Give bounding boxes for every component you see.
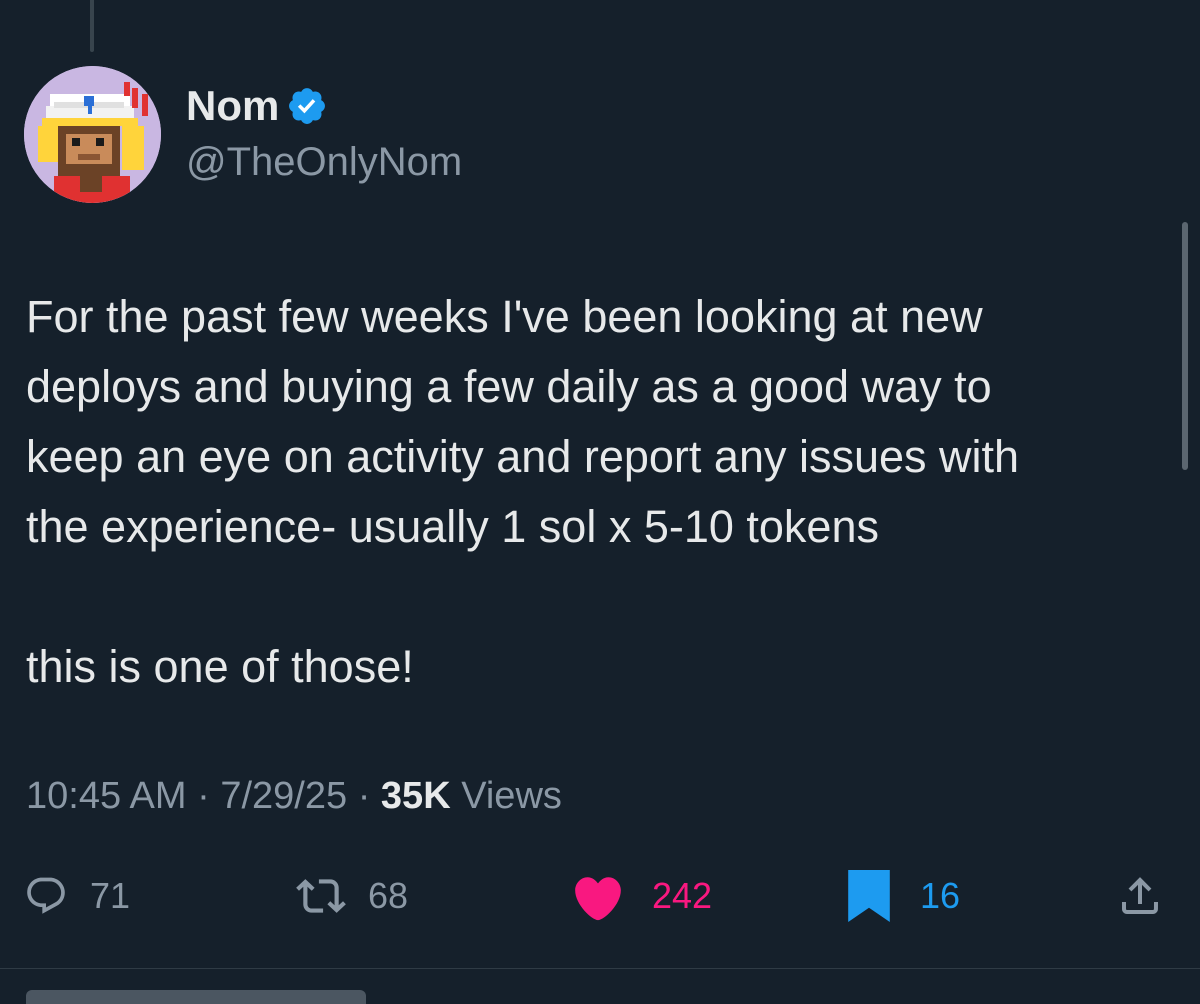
- retweet-button[interactable]: 68: [296, 872, 408, 920]
- retweet-icon: [296, 879, 346, 913]
- reply-count: 71: [90, 875, 131, 916]
- share-button[interactable]: [1116, 872, 1164, 920]
- like-count: 242: [652, 875, 713, 916]
- tweet-text: For the past few weeks I've been looking…: [26, 291, 1020, 692]
- tweet-meta: 10:45 AM · 7/29/25 · 35K Views: [26, 772, 562, 820]
- reply-icon: [27, 877, 65, 914]
- verified-badge-icon: [289, 88, 326, 124]
- meta-separator: ·: [197, 775, 210, 817]
- tweet-date[interactable]: 7/29/25: [220, 775, 347, 817]
- avatar[interactable]: [24, 66, 161, 203]
- views-count[interactable]: 35K: [381, 775, 451, 817]
- bookmark-button[interactable]: 16: [848, 870, 961, 922]
- heart-icon: [575, 877, 621, 921]
- thread-connector-line: [90, 0, 94, 52]
- retweet-count: 68: [368, 875, 409, 916]
- author-handle[interactable]: @TheOnlyNom: [186, 138, 462, 186]
- meta-separator: ·: [357, 775, 371, 817]
- author-name-row[interactable]: Nom: [186, 82, 328, 130]
- pixel-monkey-avatar-icon: [24, 66, 161, 203]
- bookmark-count: 16: [920, 875, 961, 916]
- share-icon: [1122, 877, 1158, 914]
- scrollbar[interactable]: [1182, 222, 1188, 470]
- bookmark-icon: [848, 870, 890, 922]
- reply-button[interactable]: 71: [24, 872, 130, 920]
- views-label: Views: [461, 775, 562, 817]
- divider: [0, 968, 1200, 969]
- tweet-time[interactable]: 10:45 AM: [26, 775, 187, 817]
- next-section-heading-cropped: [26, 990, 386, 1004]
- display-name[interactable]: Nom: [186, 82, 279, 130]
- like-button[interactable]: 242: [570, 872, 713, 921]
